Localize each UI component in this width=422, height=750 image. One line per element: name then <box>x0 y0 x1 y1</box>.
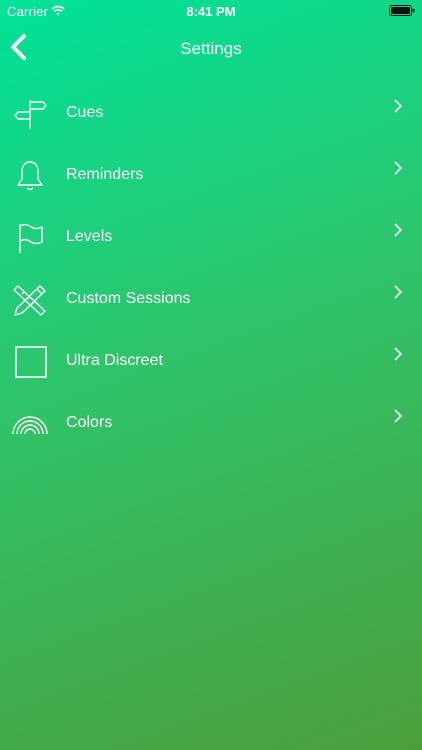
bell-icon <box>17 161 43 191</box>
status-bar: Carrier 8:41 PM <box>0 0 422 22</box>
page-title: Settings <box>180 39 242 58</box>
menu-item-label: Reminders <box>66 166 144 183</box>
menu-item-ultra-discreet[interactable]: Ultra Discreet <box>0 330 422 392</box>
rainbow-icon <box>12 416 48 435</box>
navigation-bar: Settings <box>0 22 422 74</box>
menu-item-label: Custom Sessions <box>66 290 191 307</box>
chevron-right-icon <box>394 409 403 423</box>
chevron-right-icon <box>394 161 403 175</box>
pencil-ruler-icon <box>13 285 46 316</box>
status-time: 8:41 PM <box>186 4 236 19</box>
chevron-right-icon <box>394 285 403 299</box>
flag-icon <box>19 224 43 253</box>
chevron-right-icon <box>394 223 403 237</box>
menu-item-levels[interactable]: Levels <box>0 206 422 268</box>
menu-item-cues[interactable]: Cues <box>0 82 422 144</box>
menu-item-label: Levels <box>66 228 113 245</box>
menu-item-label: Ultra Discreet <box>66 352 163 369</box>
menu-item-custom-sessions[interactable]: Custom Sessions <box>0 268 422 330</box>
menu-item-label: Colors <box>66 414 113 431</box>
chevron-right-icon <box>394 347 403 361</box>
menu-item-reminders[interactable]: Reminders <box>0 144 422 206</box>
signpost-icon <box>14 100 47 129</box>
square-icon <box>15 346 47 378</box>
battery-icon <box>389 5 415 16</box>
settings-screen: Carrier 8:41 PM Settings Cues Reminders … <box>0 0 422 750</box>
chevron-right-icon <box>394 99 403 113</box>
settings-list: Cues Reminders Levels Custom Sessions Ul… <box>0 82 422 454</box>
menu-item-colors[interactable]: Colors <box>0 392 422 454</box>
menu-item-label: Cues <box>66 104 104 121</box>
